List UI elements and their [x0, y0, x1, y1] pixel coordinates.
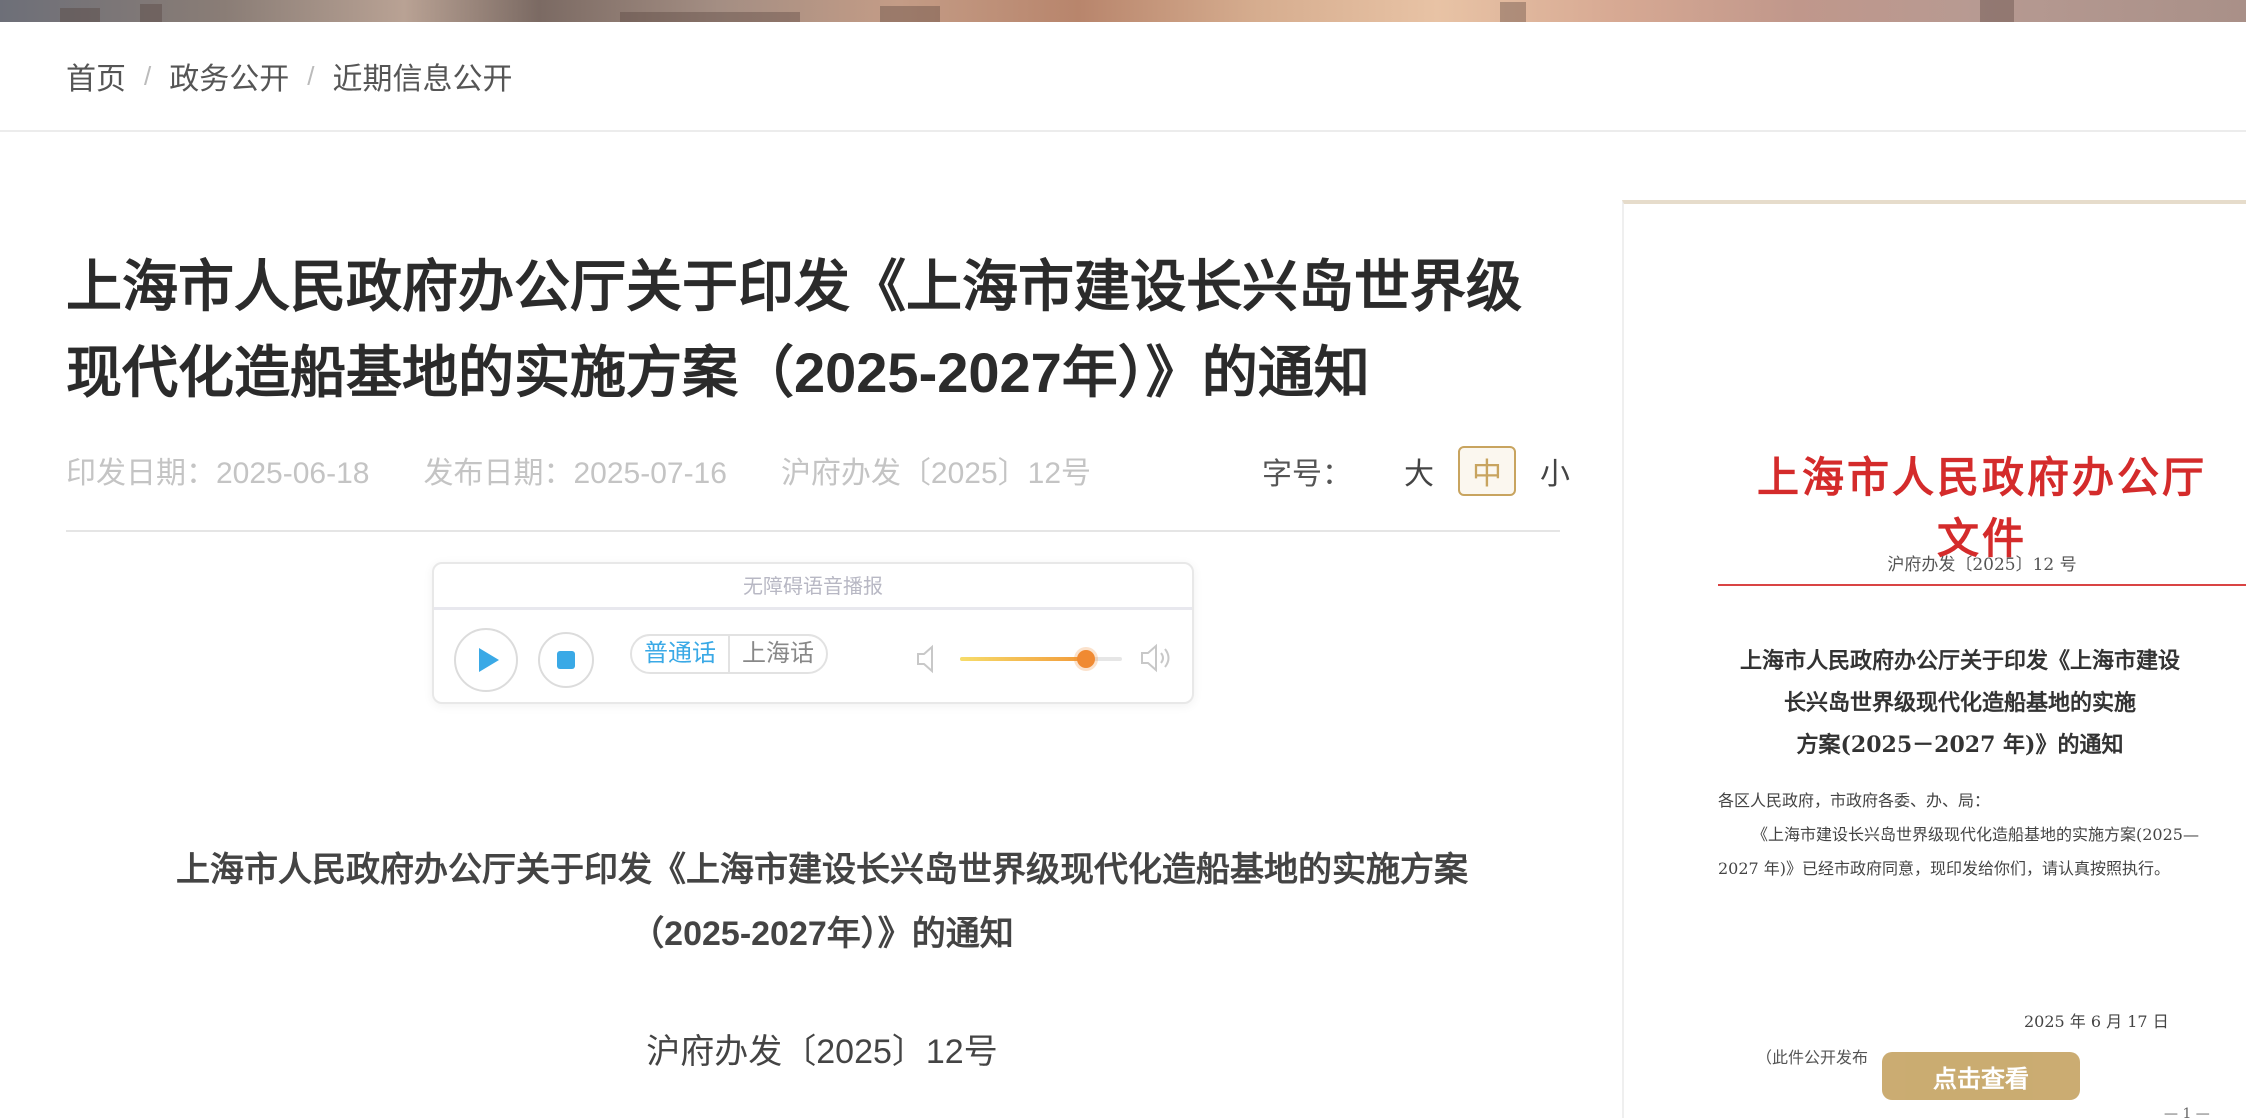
volume-high-icon[interactable] — [1140, 642, 1174, 679]
print-date: 印发日期：2025-06-18 — [66, 457, 370, 490]
document-title-line: 长兴岛世界级现代化造船基地的实施 — [1783, 690, 2136, 716]
document-preview[interactable]: 上海市人民政府办公厅文件 沪府办发〔2025〕12 号 上海市人民政府办公厅关于… — [1622, 200, 2246, 1118]
content-title: 上海市人民政府办公厅关于印发《上海市建设长兴岛世界级现代化造船基地的实施方案 （… — [100, 838, 1544, 966]
breadcrumb-recent-disclosure-link[interactable]: 近期信息公开 — [332, 54, 512, 98]
document-body: 各区人民政府，市政府各委、办、局： 《上海市建设长兴岛世界级现代化造船基地的实施… — [1718, 784, 2246, 886]
document-date: 2025 年 6 月 17 日 — [2024, 1012, 2169, 1031]
volume-slider[interactable] — [960, 650, 1122, 668]
document-number: 沪府办发〔2025〕12 号 — [1887, 555, 2077, 575]
audio-player-title: 无障碍语音播报 — [434, 564, 1192, 610]
header-banner — [0, 0, 2246, 22]
document-title-line: 上海市人民政府办公厅关于印发《上海市建设 — [1739, 648, 2180, 674]
language-toggle: 普通话 上海话 — [630, 634, 828, 674]
volume-slider-handle[interactable] — [1077, 650, 1096, 668]
font-size-large-button[interactable]: 大 — [1390, 446, 1448, 496]
font-size-switcher: 字号： 大 中 小 — [1262, 446, 1584, 496]
meta-divider — [66, 530, 1560, 532]
volume-slider-fill — [960, 657, 1087, 661]
document-red-line — [1718, 584, 2246, 586]
play-icon — [479, 648, 499, 672]
font-size-small-button[interactable]: 小 — [1526, 446, 1584, 496]
publish-date: 发布日期：2025-07-16 — [423, 457, 727, 490]
view-document-button[interactable]: 点击查看 — [1882, 1052, 2080, 1100]
breadcrumb-separator: / — [144, 60, 152, 91]
breadcrumb-home-link[interactable]: 首页 — [66, 54, 126, 98]
content-doc-number: 沪府办发〔2025〕12号 — [646, 1033, 998, 1071]
breadcrumb-separator: / — [307, 60, 315, 91]
document-title: 上海市人民政府办公厅关于印发《上海市建设 长兴岛世界级现代化造船基地的实施 方案… — [1724, 640, 2196, 766]
breadcrumb-divider — [0, 130, 2246, 132]
shanghainese-option[interactable]: 上海话 — [728, 636, 826, 672]
mandarin-option[interactable]: 普通话 — [632, 636, 728, 672]
breadcrumb: 首页 / 政务公开 / 近期信息公开 — [66, 54, 512, 98]
audio-player: 无障碍语音播报 普通话 上海话 — [432, 562, 1194, 704]
page-title: 上海市人民政府办公厅关于印发《上海市建设长兴岛世界级现代化造船基地的实施方案（2… — [66, 255, 1522, 404]
breadcrumb-government-affairs-link[interactable]: 政务公开 — [169, 54, 289, 98]
font-size-medium-button[interactable]: 中 — [1458, 446, 1516, 496]
document-page-number: — 1 — — [2164, 1106, 2210, 1118]
content-title-line: （2025-2027年）》的通知 — [630, 915, 1014, 953]
document-header: 上海市人民政府办公厅文件 — [1756, 453, 2207, 563]
stop-icon — [557, 651, 575, 669]
doc-number: 沪府办发〔2025〕12号 — [780, 457, 1092, 490]
document-body-line: 《上海市建设长兴岛世界级现代化造船基地的实施方案(2025— — [1752, 825, 2199, 844]
document-note: （此件公开发布 — [1756, 1048, 1869, 1067]
document-recipients: 各区人民政府，市政府各委、办、局： — [1718, 791, 1991, 810]
volume-low-icon[interactable] — [916, 644, 938, 679]
article-meta: 印发日期：2025-06-18 发布日期：2025-07-16 沪府办发〔202… — [66, 448, 1091, 492]
document-title-line: 方案(2025－2027 年)》的通知 — [1796, 732, 2124, 758]
content-title-line: 上海市人民政府办公厅关于印发《上海市建设长兴岛世界级现代化造船基地的实施方案 — [176, 851, 1468, 889]
stop-button[interactable] — [538, 632, 594, 688]
font-size-label: 字号： — [1262, 458, 1352, 491]
play-button[interactable] — [454, 628, 518, 692]
document-body-line: 2027 年)》已经市政府同意，现印发给你们，请认真按照执行。 — [1718, 859, 2171, 878]
